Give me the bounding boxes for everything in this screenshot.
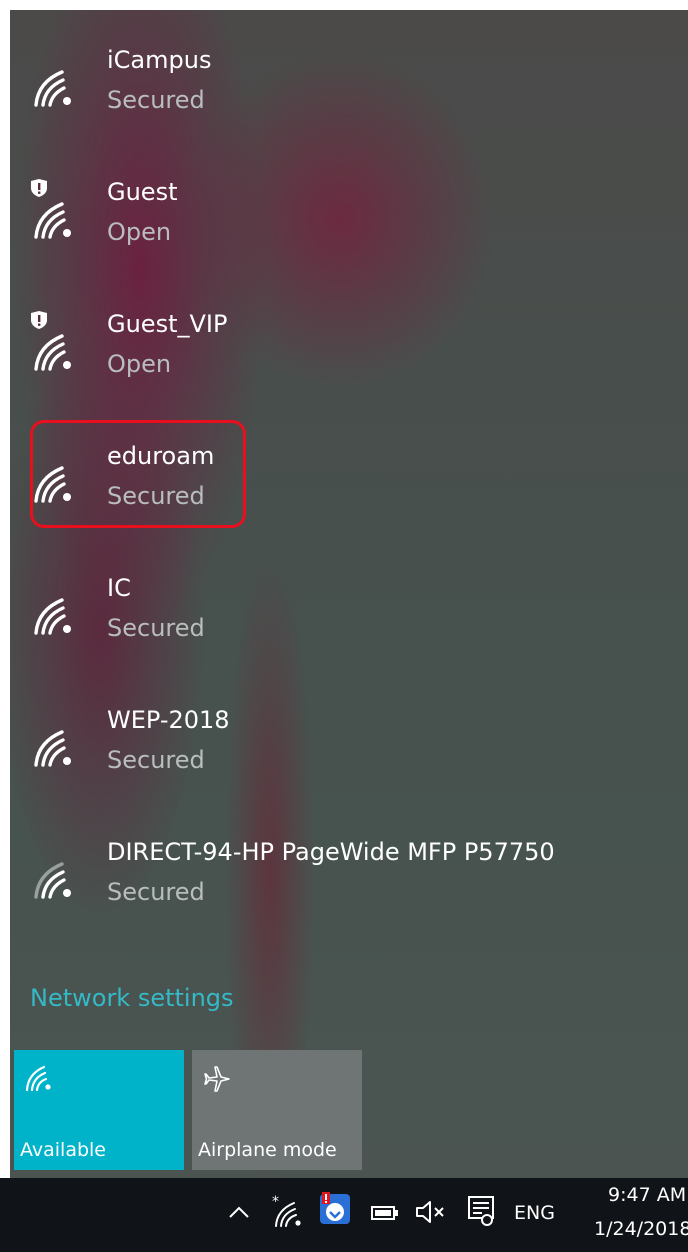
network-status: Secured — [107, 746, 205, 774]
airplane-icon — [204, 1066, 230, 1092]
volume-muted-icon[interactable] — [414, 1198, 448, 1226]
network-name: DIRECT-94-HP PageWide MFP P57750 — [107, 838, 555, 866]
network-status: Open — [107, 350, 172, 378]
network-name: WEP-2018 — [107, 706, 230, 734]
action-center-icon[interactable] — [466, 1194, 496, 1228]
network-item-ic[interactable]: IC Secured — [10, 568, 688, 668]
wifi-toggle-tile[interactable]: Available — [14, 1050, 184, 1170]
network-name: IC — [107, 574, 131, 602]
wifi-icon — [34, 730, 71, 767]
language-indicator[interactable]: ENG — [514, 1200, 555, 1226]
clock-time[interactable]: 9:47 AM — [608, 1182, 686, 1208]
wifi-icon — [25, 1065, 51, 1092]
wifi-icon — [34, 202, 71, 239]
network-item-icampus[interactable]: iCampus Secured — [10, 40, 688, 140]
network-name: iCampus — [107, 46, 212, 74]
wifi-icon — [34, 334, 71, 371]
network-status: Secured — [107, 86, 205, 114]
wifi-tile-label: Available — [20, 1139, 107, 1161]
wifi-icon — [34, 862, 71, 899]
battery-icon[interactable] — [370, 1204, 400, 1222]
airplane-mode-tile[interactable]: Airplane mode — [192, 1050, 362, 1170]
network-name: Guest_VIP — [107, 310, 228, 338]
network-item-wep-2018[interactable]: WEP-2018 Secured — [10, 700, 688, 800]
app-tray-icon[interactable] — [318, 1192, 352, 1228]
chevron-up-icon[interactable] — [228, 1204, 250, 1220]
network-item-guest[interactable]: Guest Open — [10, 172, 688, 272]
network-flyout-screen: iCampus Secured Guest Open Guest_VIP Ope… — [0, 0, 688, 1252]
network-flyout: iCampus Secured Guest Open Guest_VIP Ope… — [10, 10, 688, 1178]
airplane-tile-label: Airplane mode — [198, 1139, 337, 1161]
network-status: Open — [107, 218, 172, 246]
shield-warning-icon — [31, 179, 47, 197]
clock-date[interactable]: 1/24/2018 — [594, 1216, 688, 1242]
shield-warning-icon — [31, 311, 47, 329]
network-name: Guest — [107, 178, 178, 206]
wifi-icon[interactable]: * — [270, 1194, 304, 1230]
network-item-direct-hp[interactable]: DIRECT-94-HP PageWide MFP P57750 Secured — [10, 832, 688, 932]
wifi-icon — [34, 598, 71, 635]
network-item-guest-vip[interactable]: Guest_VIP Open — [10, 304, 688, 404]
network-settings-link[interactable]: Network settings — [30, 982, 234, 1014]
highlight-box — [30, 420, 246, 528]
network-status: Secured — [107, 614, 205, 642]
svg-text:*: * — [272, 1194, 279, 1210]
wifi-icon — [34, 70, 71, 107]
network-status: Secured — [107, 878, 205, 906]
taskbar: * ENG 9:47 AM 1/24/2018 — [0, 1178, 688, 1252]
